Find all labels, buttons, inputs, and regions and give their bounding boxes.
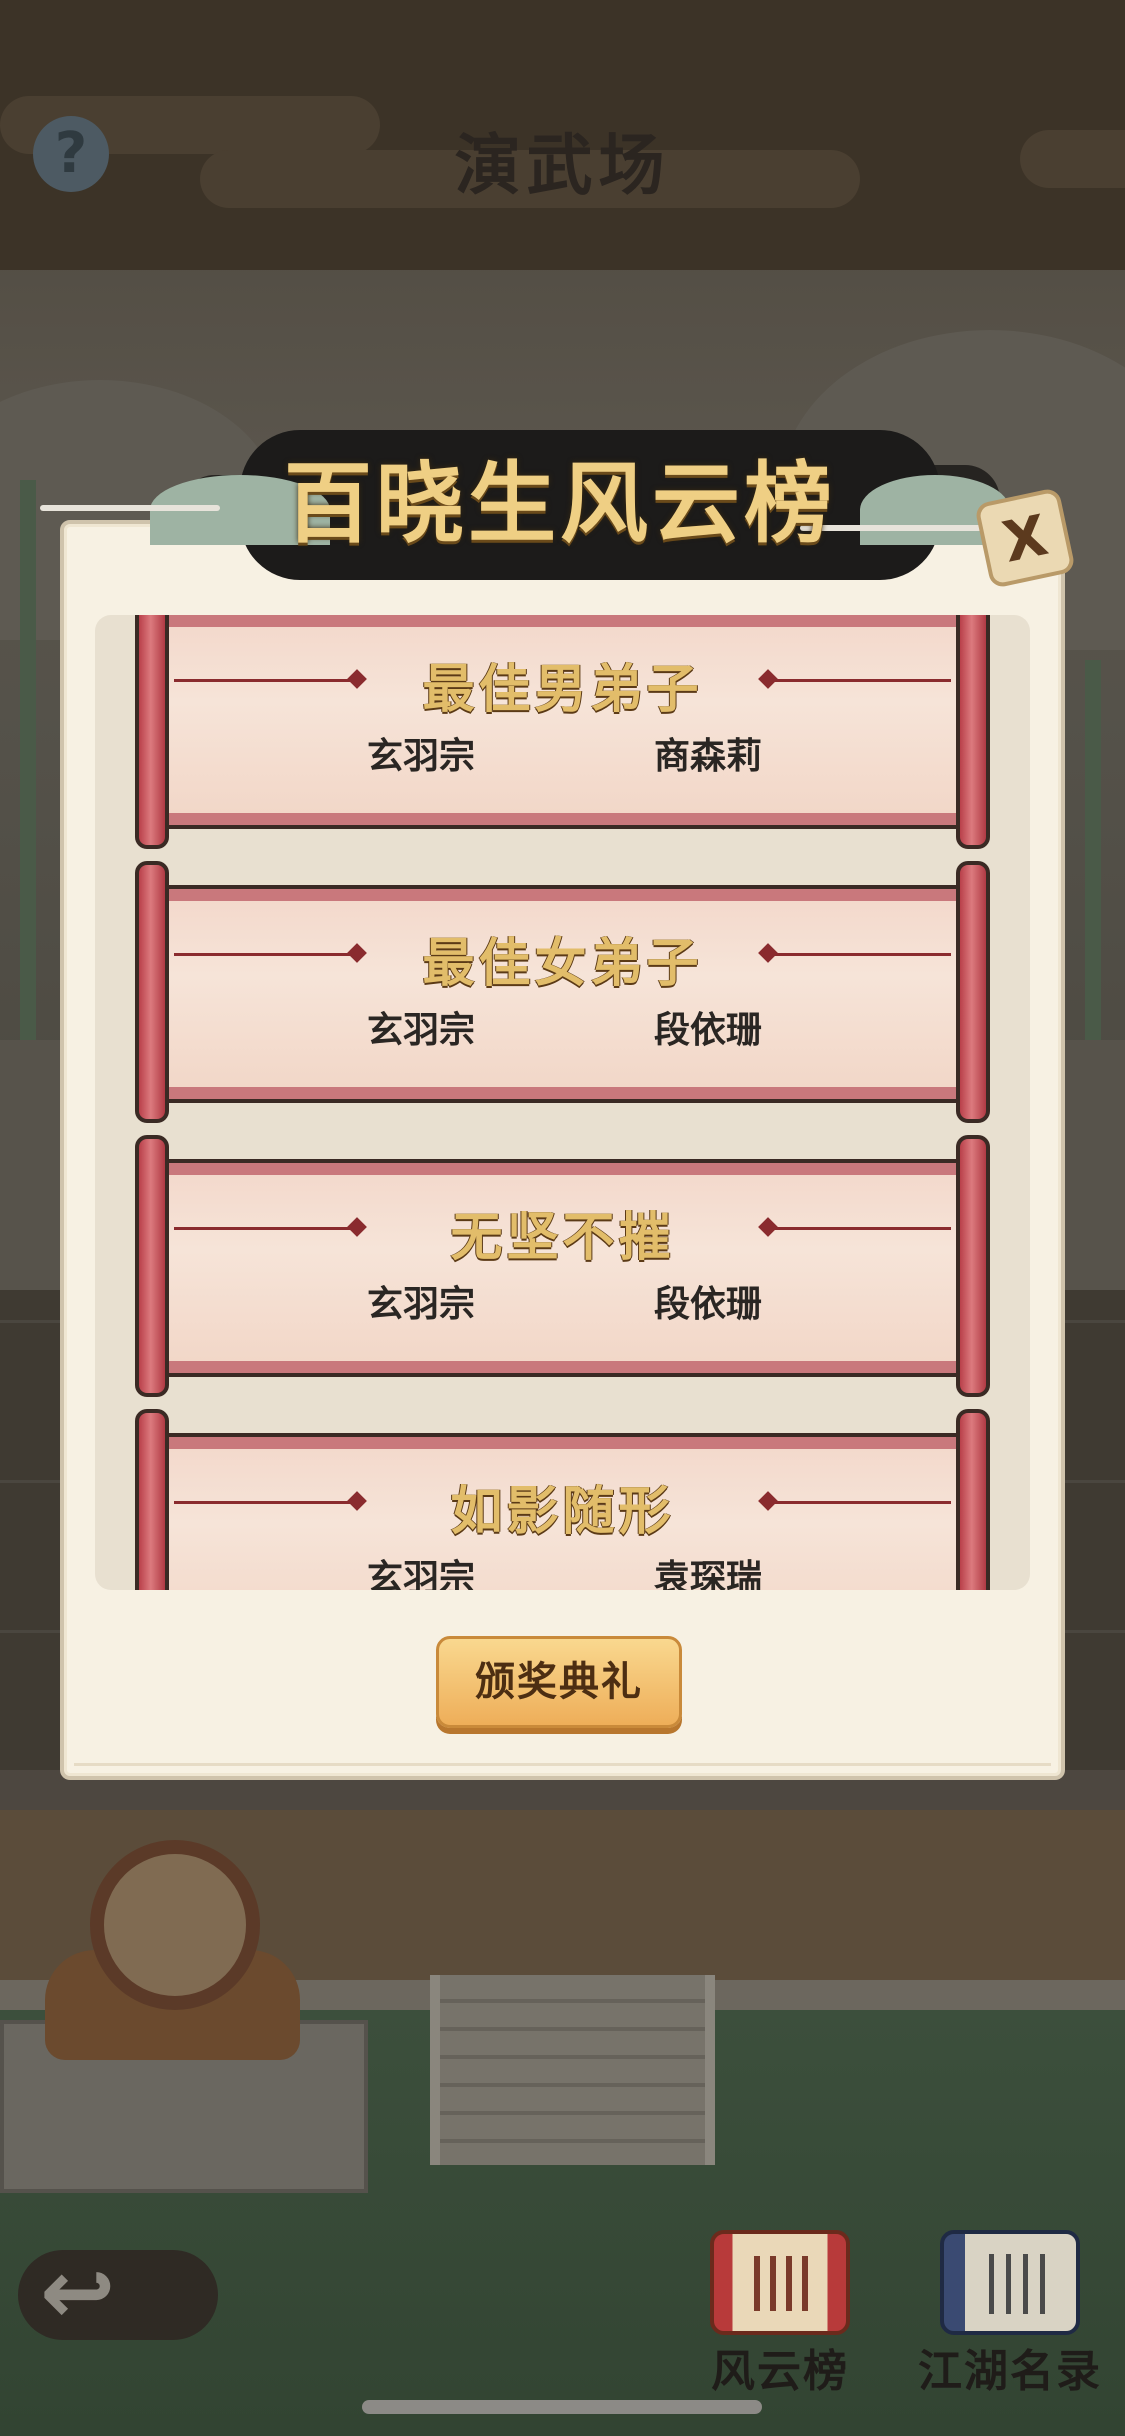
award-card: 无坚不摧 玄羽宗 段依珊 <box>135 1135 990 1397</box>
award-card: 最佳男弟子 玄羽宗 商森莉 <box>135 615 990 849</box>
award-name: 最佳男弟子 <box>422 660 703 720</box>
roster-label: 江湖名录 <box>918 2346 1102 2397</box>
award-ceremony-button[interactable]: 颁奖典礼 <box>436 1636 682 1728</box>
drum <box>90 1840 260 2010</box>
scroll-roller <box>956 1409 990 1590</box>
scroll-roller <box>135 1409 169 1590</box>
award-card: 最佳女弟子 玄羽宗 段依珊 <box>135 861 990 1123</box>
ranking-scroll-icon <box>710 2230 850 2335</box>
award-sect: 玄羽宗 <box>367 1010 476 1051</box>
book-icon <box>940 2230 1080 2335</box>
ranking-label: 风云榜 <box>711 2346 849 2397</box>
ranking-button[interactable]: 风云榜 <box>680 2230 880 2397</box>
award-name: 如影随形 <box>450 1482 675 1542</box>
scroll-roller <box>956 861 990 1123</box>
award-list[interactable]: 最佳男弟子 玄羽宗 商森莉 最佳女弟子 玄羽宗 段依珊 无坚不摧 玄羽宗 段依珊 <box>95 615 1030 1590</box>
award-name: 最佳女弟子 <box>422 934 703 994</box>
award-card: 如影随形 玄羽宗 袁琛瑞 <box>135 1409 990 1590</box>
home-indicator[interactable] <box>362 2400 762 2414</box>
close-button[interactable]: X <box>973 486 1077 590</box>
bamboo <box>20 480 36 1060</box>
back-button[interactable]: ↩ <box>18 2240 218 2350</box>
roster-button[interactable]: 江湖名录 <box>910 2230 1110 2397</box>
scroll-roller <box>135 615 169 849</box>
modal-header: 百晓生风云榜 <box>40 405 1080 590</box>
award-winner: 段依珊 <box>654 1010 763 1051</box>
modal-title: 百晓生风云榜 <box>283 452 836 555</box>
stairs <box>430 1975 715 2165</box>
scroll-roller <box>135 861 169 1123</box>
award-winner: 段依珊 <box>654 1284 763 1325</box>
bamboo <box>1085 660 1101 1060</box>
scroll-roller <box>135 1135 169 1397</box>
back-arrow-icon: ↩ <box>40 2240 116 2345</box>
award-name: 无坚不摧 <box>450 1208 675 1268</box>
scroll-roller <box>956 1135 990 1397</box>
award-sect: 玄羽宗 <box>367 1558 476 1590</box>
award-winner: 商森莉 <box>654 736 763 777</box>
award-sect: 玄羽宗 <box>367 1284 476 1325</box>
scroll-roller <box>956 615 990 849</box>
page-title: 演武场 <box>454 127 671 204</box>
award-winner: 袁琛瑞 <box>654 1558 763 1590</box>
award-sect: 玄羽宗 <box>367 736 476 777</box>
